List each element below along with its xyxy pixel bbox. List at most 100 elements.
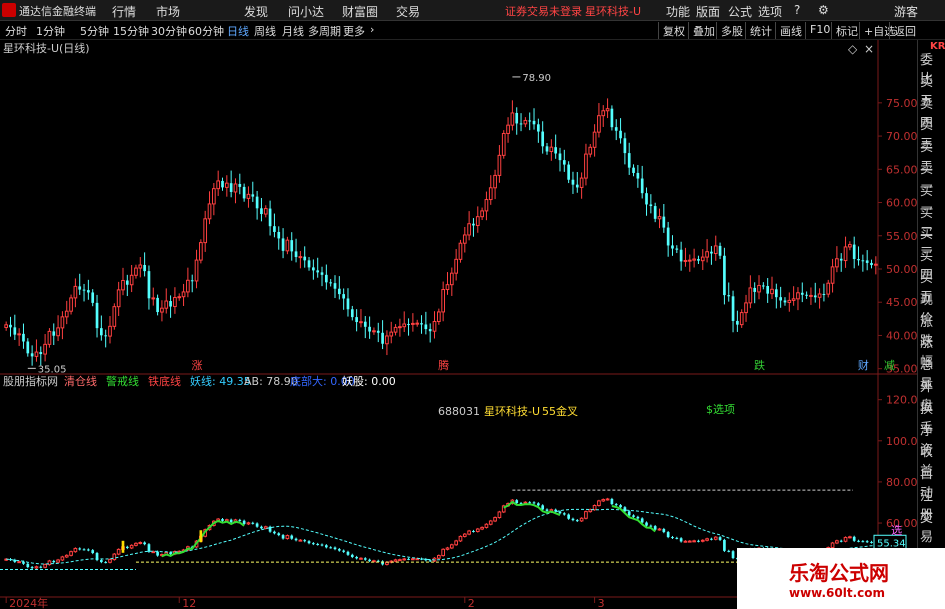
indicator-candle-body — [697, 540, 700, 542]
candle-body — [791, 298, 796, 301]
candle-body — [22, 333, 25, 342]
candle-body — [683, 259, 688, 262]
indicator-candle-body — [294, 538, 298, 541]
menu-discover[interactable]: 发现 — [244, 3, 268, 20]
button-overlay[interactable]: 叠加 — [688, 22, 719, 39]
tab-60min[interactable]: 60分钟 — [188, 23, 224, 39]
candle-body — [69, 297, 73, 312]
indicator-candle-body — [290, 535, 294, 539]
settings-small-icon[interactable]: ◇ — [848, 42, 858, 56]
event-marker[interactable]: 腾 — [438, 358, 449, 372]
settings-icon[interactable]: ⚙ — [818, 3, 829, 17]
candle-body — [221, 180, 224, 188]
menu-trade[interactable]: 交易 — [396, 3, 420, 20]
menu-options[interactable]: 选项 — [758, 3, 782, 20]
indicator-legend-item: 警戒线 — [106, 374, 139, 388]
indicator-candle-body — [363, 558, 367, 560]
candle-body — [181, 291, 186, 298]
tab-more[interactable]: 更多 — [343, 23, 365, 39]
close-icon[interactable]: × — [864, 42, 874, 56]
candle-body — [472, 223, 475, 226]
event-marker[interactable]: 跌 — [754, 358, 765, 372]
tab-1min[interactable]: 1分钟 — [36, 23, 65, 39]
candle-body — [402, 323, 407, 328]
button-back[interactable]: 返回 — [889, 22, 920, 39]
indicator-candle-body — [584, 511, 588, 519]
candle-body — [718, 245, 722, 256]
indicator-candle-body — [30, 567, 34, 569]
candle-body — [432, 320, 437, 332]
tab-5min[interactable]: 5分钟 — [80, 23, 109, 39]
menu-ask[interactable]: 问小达 — [288, 3, 324, 20]
sidebar-item-21[interactable]: 交易 — [920, 507, 945, 545]
menu-layout[interactable]: 版面 — [696, 3, 720, 20]
candle-body — [64, 310, 69, 318]
kline-chart[interactable]: 75.00 70.00 65.00 60.00 55.00 50.00 45.00 40.00… — [0, 40, 917, 609]
candle-body — [342, 294, 345, 299]
candle-body — [359, 321, 363, 324]
indicator-candle-body — [666, 532, 670, 538]
indicator-select-label[interactable]: $选项 — [706, 403, 735, 416]
guest-user[interactable]: 游客 — [894, 3, 918, 20]
candle-body — [671, 245, 674, 249]
indicator-legend-item: 铁底线 — [148, 374, 181, 388]
tab-daily[interactable]: 日线 — [227, 23, 249, 39]
candle-body — [506, 124, 510, 134]
indicator-candle-body — [649, 525, 653, 527]
tab-30min[interactable]: 30分钟 — [151, 23, 187, 39]
button-adjust[interactable]: 复权 — [658, 22, 689, 39]
help-icon[interactable]: ? — [794, 3, 800, 17]
indicator-candle-body — [679, 538, 683, 542]
candle-body — [56, 327, 60, 337]
quote-sidebar: KR 委比 卖五 卖四 卖三 卖二 卖一 买一 买二 买三 买四 买五 现价 涨跌 涨幅 总量 外盘 换手 净资收… — [917, 40, 945, 609]
button-mark[interactable]: 标记 — [831, 22, 862, 39]
tab-weekly[interactable]: 周线 — [254, 23, 276, 39]
candle-body — [549, 146, 554, 152]
candle-body — [562, 160, 566, 165]
button-multi-stock[interactable]: 多股 — [716, 22, 747, 39]
menu-quotes[interactable]: 行情 — [112, 3, 136, 20]
indicator-candle-body — [870, 541, 873, 543]
candle-body — [60, 316, 65, 329]
indicator-candle-body — [843, 536, 848, 542]
button-stats[interactable]: 统计 — [745, 22, 776, 39]
event-marker[interactable]: 减 — [884, 359, 895, 372]
low-label: 35.05 — [38, 364, 67, 375]
candle-body — [467, 223, 471, 236]
candle-body — [212, 188, 216, 205]
tab-monthly[interactable]: 月线 — [282, 23, 304, 39]
chevron-right-icon[interactable]: › — [370, 23, 374, 36]
tab-multi-period[interactable]: 多周期 — [308, 23, 341, 39]
y-tick-label: 60.00 — [886, 197, 917, 210]
candle-body — [355, 317, 358, 323]
candle-body — [350, 309, 354, 318]
candle-body — [281, 238, 285, 251]
candle-body — [9, 324, 12, 328]
candle-body — [238, 183, 242, 187]
event-marker[interactable]: 财 — [858, 358, 869, 372]
event-marker[interactable]: 涨 — [192, 359, 203, 372]
button-draw-line[interactable]: 画线 — [775, 22, 806, 39]
indicator-candle-body — [312, 543, 315, 545]
indicator-candle-body — [700, 539, 705, 542]
candle-body — [294, 251, 298, 258]
indicator-signal: 55金叉 — [542, 404, 578, 418]
menu-formula[interactable]: 公式 — [728, 3, 752, 20]
indicator-candle-body — [657, 528, 662, 531]
candle-body — [645, 193, 648, 205]
tab-15min[interactable]: 15分钟 — [113, 23, 149, 39]
indicator-candle-body — [43, 564, 47, 568]
button-f10[interactable]: F10 — [805, 22, 834, 39]
candle-body — [736, 320, 739, 325]
indicator-candle-body — [601, 499, 606, 502]
candle-body — [554, 147, 557, 154]
tab-intraday[interactable]: 分时 — [5, 23, 27, 39]
indicator-code: 688031 — [438, 405, 480, 418]
candle-body — [30, 353, 34, 357]
login-status[interactable]: 证券交易未登录 — [505, 3, 582, 19]
indicator-candle-body — [597, 500, 601, 506]
menu-wealth-circle[interactable]: 财富圈 — [342, 3, 378, 20]
menu-function[interactable]: 功能 — [666, 3, 690, 20]
menu-market[interactable]: 市场 — [156, 3, 180, 20]
indicator-candle-body — [34, 566, 39, 569]
